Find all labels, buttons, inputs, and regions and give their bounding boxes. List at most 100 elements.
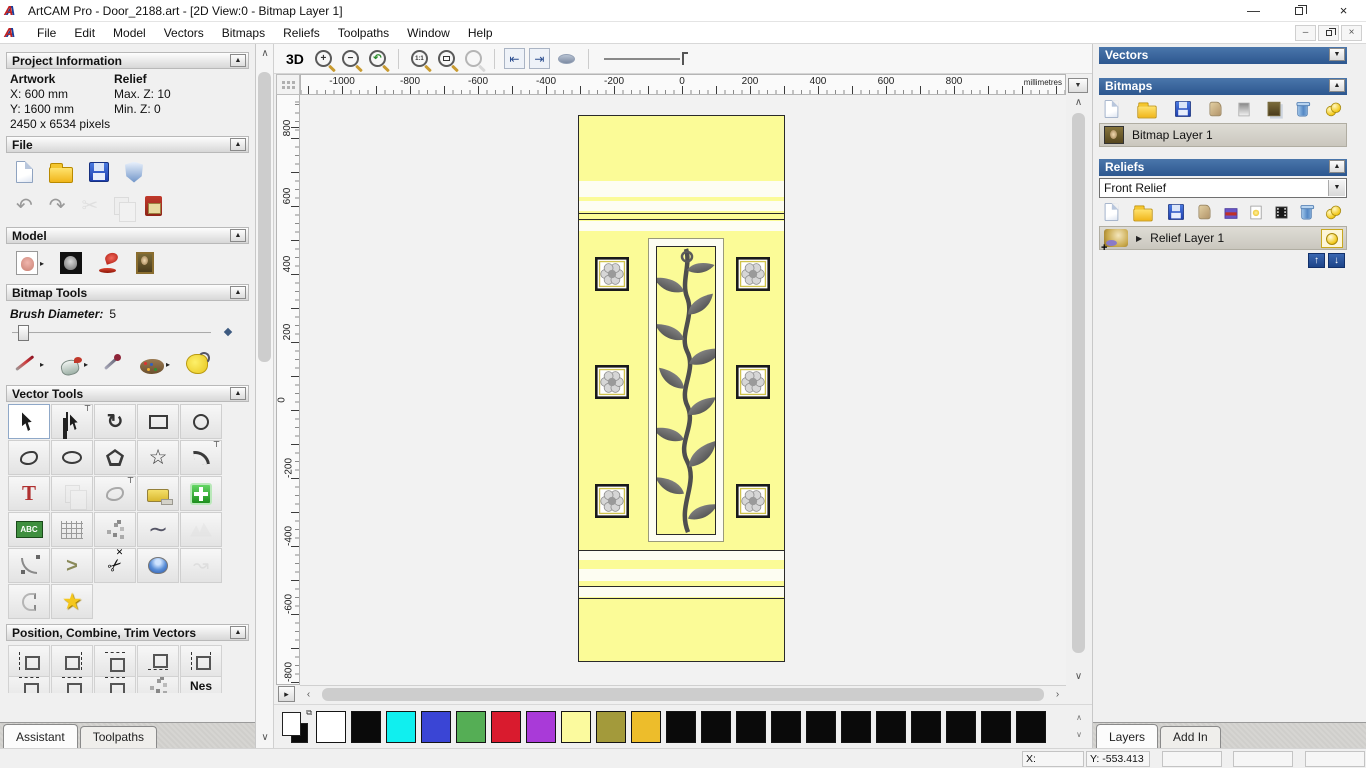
swatch-red[interactable]: [491, 711, 521, 743]
create-rectangle-tool[interactable]: [137, 404, 179, 439]
centre-horizontal-icon[interactable]: [51, 677, 93, 693]
align-centre-icon[interactable]: [180, 645, 222, 677]
flood-fill-icon[interactable]: [186, 352, 211, 374]
create-star-tool[interactable]: ☆: [137, 440, 179, 475]
swatch-cyan[interactable]: [386, 711, 416, 743]
minimize-button[interactable]: —: [1231, 0, 1276, 22]
save-bitmap-layer-icon[interactable]: [1173, 99, 1193, 119]
assistant-scrollbar[interactable]: ∧ ∨: [256, 44, 274, 748]
envelope-distort-tool[interactable]: [51, 512, 93, 547]
primary-secondary-colours[interactable]: ⧉: [282, 708, 312, 744]
relief-texture-icon[interactable]: [1197, 203, 1212, 221]
swatch-black-10[interactable]: [946, 711, 976, 743]
vector-paste-tool[interactable]: [51, 476, 93, 511]
vscroll-thumb[interactable]: [1072, 113, 1085, 653]
bitmap-tools-header[interactable]: Bitmap Tools ▲: [6, 284, 249, 301]
child-close-button[interactable]: ×: [1341, 24, 1362, 41]
vector-tools-header[interactable]: Vector Tools ▲: [6, 385, 249, 402]
scroll-up-icon[interactable]: ∧: [1070, 95, 1087, 111]
menu-bitmaps[interactable]: Bitmaps: [213, 24, 274, 42]
menu-edit[interactable]: Edit: [65, 24, 104, 42]
swatch-pale-yellow[interactable]: [561, 711, 591, 743]
new-relief-layer-icon[interactable]: [1103, 201, 1120, 223]
create-polyline-tool[interactable]: [8, 440, 50, 475]
undo-icon[interactable]: ↶: [16, 196, 33, 216]
menu-toolpaths[interactable]: Toolpaths: [329, 24, 398, 42]
vectors-section-header[interactable]: Vectors ▼: [1099, 47, 1347, 64]
zoom-in-icon[interactable]: +: [314, 50, 332, 67]
hscroll-thumb[interactable]: [322, 688, 1044, 701]
collapse-position-icon[interactable]: ▲: [230, 626, 246, 639]
scrollbar-thumb[interactable]: [258, 72, 271, 362]
align-left-icon[interactable]: [8, 645, 50, 677]
lighting-material-icon[interactable]: [98, 253, 120, 273]
bisect-lines-tool[interactable]: >: [51, 548, 93, 583]
zoom-1to1-icon[interactable]: [410, 50, 428, 67]
close-button[interactable]: ×: [1321, 0, 1366, 22]
document-viewport[interactable]: [300, 95, 1066, 685]
node-editing-tool[interactable]: ⊤: [51, 404, 93, 439]
swap-colours-icon[interactable]: ⧉: [306, 708, 312, 718]
mirror-vectors-tool[interactable]: [8, 584, 50, 619]
collapse-reliefs-icon[interactable]: ▲: [1329, 160, 1345, 173]
stack-layers-icon[interactable]: [1223, 204, 1239, 220]
collapse-bitmaps-icon[interactable]: ▲: [1329, 79, 1345, 92]
menu-model[interactable]: Model: [104, 24, 155, 42]
project-information-header[interactable]: Project Information ▲: [6, 52, 249, 69]
zoom-out-icon[interactable]: −: [341, 50, 359, 67]
swatch-black-3[interactable]: [701, 711, 731, 743]
collapse-project-info-icon[interactable]: ▲: [230, 54, 246, 67]
scroll-up-icon[interactable]: ∧: [256, 46, 274, 62]
toggle-bitmap-view-icon[interactable]: ⇤: [503, 48, 525, 69]
transform-vectors-tool[interactable]: ↻: [94, 404, 136, 439]
record-macro-icon[interactable]: [145, 196, 163, 216]
relief-layer-name[interactable]: Relief Layer 1: [1150, 231, 1224, 245]
swatch-black-8[interactable]: [876, 711, 906, 743]
move-layer-up-icon[interactable]: ↑: [1308, 253, 1325, 268]
slider-track[interactable]: [12, 332, 211, 334]
fit-arcs-tool[interactable]: [8, 548, 50, 583]
ruler-options-icon[interactable]: ▼: [1068, 78, 1088, 93]
tab-add-in[interactable]: Add In: [1160, 726, 1221, 748]
vector-texture-tool[interactable]: [180, 512, 222, 547]
layer-visibility-icon[interactable]: [1321, 229, 1343, 248]
extrude-tool[interactable]: [137, 548, 179, 583]
paint-bucket-icon[interactable]: ▸: [60, 354, 88, 375]
cut-icon[interactable]: ✂: [82, 196, 99, 216]
child-restore-button[interactable]: [1318, 24, 1339, 41]
collapse-bitmap-tools-icon[interactable]: ▲: [230, 286, 246, 299]
swatch-purple[interactable]: [526, 711, 556, 743]
align-top-icon[interactable]: [94, 645, 136, 677]
open-bitmap-layer-icon[interactable]: [1135, 99, 1159, 120]
align-bottom-icon[interactable]: [137, 645, 179, 677]
swatch-green[interactable]: [456, 711, 486, 743]
create-polygon-tool[interactable]: [94, 440, 136, 475]
scroll-left-icon[interactable]: ‹: [300, 686, 317, 703]
scroll-right-icon[interactable]: ›: [1049, 686, 1066, 703]
primary-colour[interactable]: [282, 712, 301, 736]
swatch-gold[interactable]: [631, 711, 661, 743]
slider-thumb[interactable]: [18, 325, 29, 341]
relief-preview-icon[interactable]: [1249, 204, 1263, 221]
relief-select-dropdown[interactable]: Front Relief ▼: [1099, 178, 1347, 198]
zoom-fit-icon[interactable]: [437, 50, 455, 67]
relief-layer-row[interactable]: ▶ Relief Layer 1: [1099, 226, 1347, 254]
position-section-header[interactable]: Position, Combine, Trim Vectors ▲: [6, 624, 249, 641]
door-artwork[interactable]: [578, 115, 785, 662]
scroll-down-icon[interactable]: ∨: [256, 730, 274, 746]
adjust-greyscale-icon[interactable]: ▸: [16, 251, 44, 275]
toggle-panel-icon[interactable]: ▸: [278, 686, 295, 702]
open-relief-layer-icon[interactable]: [1131, 202, 1155, 223]
preview-relief-icon[interactable]: [557, 53, 575, 64]
centre-vertical-icon[interactable]: ⊤: [94, 677, 136, 693]
move-layer-down-icon[interactable]: ↓: [1328, 253, 1345, 268]
fit-spline-tool[interactable]: ∼: [137, 512, 179, 547]
align-right-icon[interactable]: [51, 645, 93, 677]
trim-vectors-tool[interactable]: ✂: [94, 548, 136, 583]
paste-along-curve-tool[interactable]: [94, 512, 136, 547]
swatch-olive[interactable]: [596, 711, 626, 743]
bitmap-layer-row[interactable]: Bitmap Layer 1: [1099, 123, 1347, 147]
scroll-down-icon[interactable]: ∨: [1070, 669, 1087, 685]
paint-brush-icon[interactable]: ▸: [16, 353, 44, 375]
palette-scrollbar[interactable]: ∧ ∨: [1072, 709, 1086, 745]
